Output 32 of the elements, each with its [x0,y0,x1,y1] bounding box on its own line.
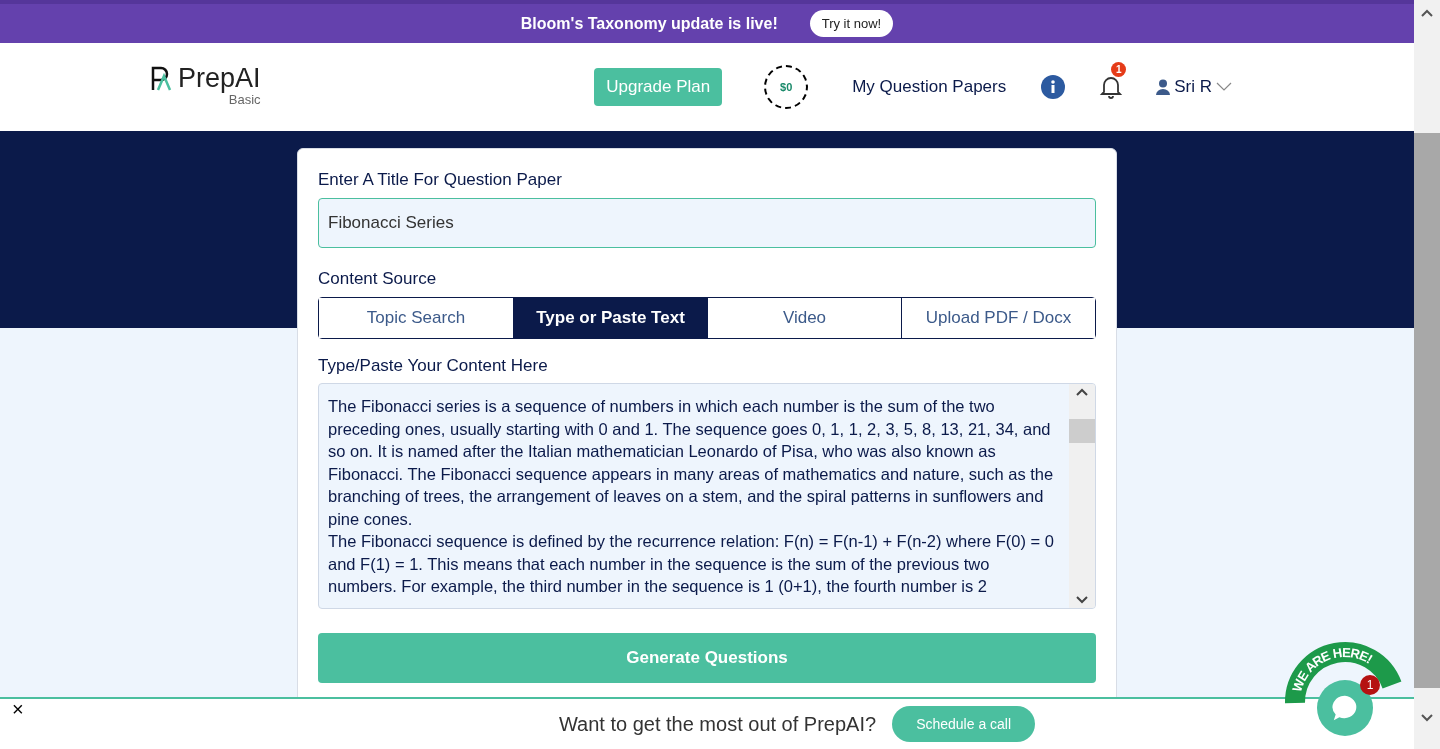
source-tab[interactable]: Type or Paste Text [513,298,707,338]
scroll-down-icon[interactable] [1076,596,1088,604]
my-question-papers-link[interactable]: My Question Papers [852,74,1007,100]
close-button[interactable]: × [12,699,24,719]
title-label: Enter A Title For Question Paper [318,169,563,191]
try-it-button[interactable]: Try it now! [809,9,894,38]
content-source-label: Content Source [318,268,438,290]
user-icon [1156,79,1171,95]
announcement-text: Bloom's Taxonomy update is live! [520,13,778,34]
content-paragraph: The Fibonacci series is a sequence of numbers in which each number is the sum of the two preceding ones, usually starting with 0 and 1. The sequence goes 0, 1, 1, 2, 3, 5, 8, 13, 21, 34, and so on. It is named after the Italian mathematician Leonardo of Pisa, who was also known as Fibonacci. The Fibonacci sequence appears in many areas of mathematics and nature, such as the branching of trees, the arrangement of leaves on a stem, and the spiral patterns in sunflowers and pine cones. [328,396,1055,530]
user-name[interactable]: Sri R [1174,74,1212,100]
scroll-up-icon[interactable] [1421,9,1433,17]
bell-icon[interactable] [1099,74,1124,100]
notification-badge: 1 [1111,62,1127,77]
chat-bubble-icon [1331,694,1359,722]
content-textarea[interactable] [318,383,1096,609]
logo-icon [150,64,174,93]
plan-label: Basic [228,92,261,110]
chevron-down-icon[interactable] [1216,82,1232,92]
scroll-down-icon[interactable] [1421,714,1433,722]
logo-text: PrepAI [178,64,261,92]
title-input[interactable]: Fibonacci Series [318,198,1096,248]
content-label: Type/Paste Your Content Here [318,355,549,377]
footer-text: Want to get the most out of PrepAI? [558,712,877,737]
scrollbar-thumb[interactable] [1069,419,1095,443]
credits-badge[interactable]: $0 [764,65,809,109]
info-icon[interactable] [1041,75,1066,99]
chat-unread-badge: 1 [1360,675,1380,695]
source-tab[interactable]: Upload PDF / Docx [901,298,1095,338]
scroll-up-icon[interactable] [1076,388,1088,396]
content-paragraph: The Fibonacci sequence is defined by the recurrence relation: F(n) = F(n-1) + F(n-2) where F(0) = 0 and F(1) = 1. This means that each number in the sequence is the sum of the previous two numbers. For example, the third number in the sequence is 1 (0+1), the fourth number is 2 [328,531,1055,597]
scrollbar-thumb[interactable] [1414,133,1440,688]
